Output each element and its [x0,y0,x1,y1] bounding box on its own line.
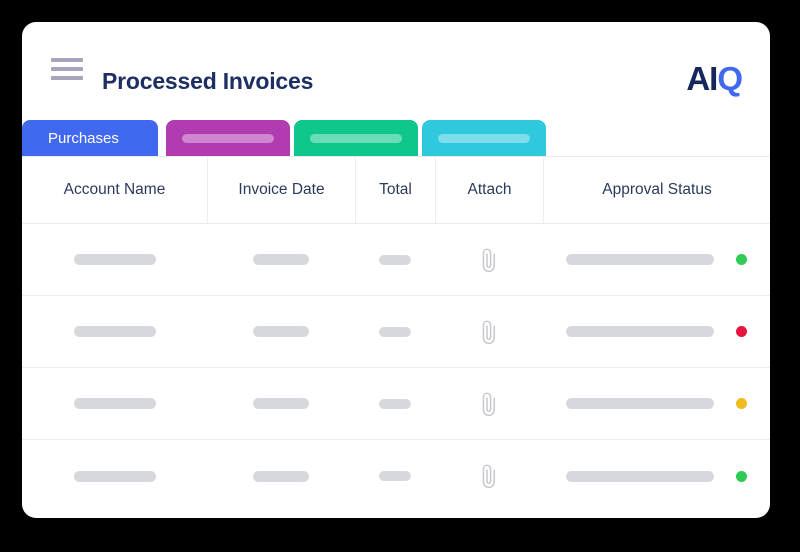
tab-label-placeholder [166,133,290,143]
tab-placeholder-2[interactable] [294,120,418,156]
tab-purchases[interactable]: Purchases [22,120,158,156]
column-header-account-name[interactable]: Account Name [22,157,207,223]
cell-approval-status [543,224,770,296]
placeholder-bar [253,398,309,409]
cell-approval-status [543,296,770,368]
placeholder-bar [73,254,156,265]
placeholder-bar [566,326,714,337]
paperclip-icon[interactable] [478,389,500,419]
placeholder-bar [438,133,530,143]
hamburger-menu-icon[interactable] [51,58,83,80]
column-header-approval-status[interactable]: Approval Status [543,157,770,223]
cell-account-name [22,440,207,512]
status-badge [736,254,747,265]
cell-invoice-date [207,368,355,440]
table-body [22,224,770,512]
placeholder-bar [566,398,714,409]
cell-approval-status [543,440,770,512]
cell-attachment[interactable] [435,296,543,368]
column-header-invoice-date[interactable]: Invoice Date [207,157,355,223]
cell-account-name [22,368,207,440]
cell-approval-status [543,368,770,440]
table-row[interactable] [22,296,770,368]
cell-account-name [22,296,207,368]
paperclip-icon[interactable] [478,461,500,491]
cell-attachment[interactable] [435,440,543,512]
placeholder-bar [253,254,309,265]
cell-total [355,440,435,512]
placeholder-bar [73,326,156,337]
placeholder-bar [73,398,156,409]
cell-total [355,296,435,368]
placeholder-bar [310,133,402,143]
logo-text-q: Q [717,60,743,97]
placeholder-bar [253,470,309,482]
processed-invoices-card: Processed Invoices AIQ Purchases Account… [22,22,770,518]
hamburger-bar-3 [51,76,83,80]
column-header-total[interactable]: Total [355,157,435,223]
tab-label: Purchases [48,129,119,147]
cell-total [355,224,435,296]
tab-label-placeholder [422,133,546,143]
hamburger-bar-2 [51,67,83,71]
placeholder-bar [379,471,411,481]
placeholder-bar [253,326,309,337]
placeholder-bar [379,254,411,265]
cell-invoice-date [207,224,355,296]
status-badge [736,398,747,409]
tab-placeholder-1[interactable] [166,120,290,156]
invoices-table: Account Name Invoice Date Total Attach Appro… [22,156,770,512]
cell-attachment[interactable] [435,368,543,440]
tab-label-placeholder [294,133,418,143]
tab-placeholder-3[interactable] [422,120,546,156]
status-badge [736,326,747,337]
table-row[interactable] [22,440,770,512]
cell-invoice-date [207,440,355,512]
hamburger-bar-1 [51,58,83,62]
table-row[interactable] [22,224,770,296]
placeholder-bar [182,133,274,143]
cell-total [355,368,435,440]
paperclip-icon[interactable] [478,245,500,275]
placeholder-bar [379,326,411,337]
tab-bar: Purchases [22,120,770,156]
table-row[interactable] [22,368,770,440]
column-header-attach[interactable]: Attach [435,157,543,223]
table-header-row: Account Name Invoice Date Total Attach Appro… [22,156,770,224]
placeholder-bar [73,470,156,482]
screenshot-stage: Processed Invoices AIQ Purchases Account… [0,0,800,552]
cell-attachment[interactable] [435,224,543,296]
placeholder-bar [379,398,411,409]
placeholder-bar [566,470,714,482]
aiq-logo: AIQ [686,60,743,97]
card-header: Processed Invoices AIQ [22,22,770,112]
paperclip-icon[interactable] [478,317,500,347]
page-title: Processed Invoices [102,68,314,94]
placeholder-bar [566,254,714,265]
logo-text-ai: AI [686,60,718,97]
cell-account-name [22,224,207,296]
status-badge [736,470,747,482]
cell-invoice-date [207,296,355,368]
